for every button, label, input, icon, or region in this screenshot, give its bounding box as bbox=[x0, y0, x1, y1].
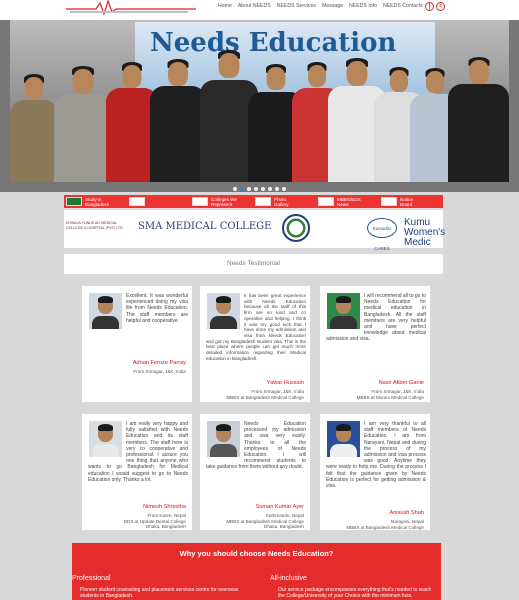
group-photo: Needs Education bbox=[10, 20, 509, 182]
all-inclusive-text: Our service package encompasses everythi… bbox=[278, 587, 432, 599]
student-location: From Srinagar, J&K, India bbox=[371, 389, 424, 394]
student-school: MBBS at Monno Medical College bbox=[356, 395, 424, 400]
testimonial-text: Excellent. It was wonderful experienced … bbox=[126, 293, 188, 324]
professional-heading: Professional bbox=[72, 575, 111, 582]
thumbnail-icon bbox=[129, 197, 145, 206]
testimonial-card: I am very thankful to all staff members … bbox=[320, 414, 430, 530]
quick-link[interactable]: Study in Bangladesh bbox=[64, 197, 127, 207]
student-name: Adnan Feroze Parray bbox=[132, 360, 186, 366]
person-figure bbox=[150, 57, 206, 182]
student-name: Nimesh Shrestha bbox=[143, 504, 186, 510]
professional-text: Pioneer student counseling and placement… bbox=[80, 587, 239, 599]
testimonial-heading: Needs Testimonial bbox=[64, 254, 443, 274]
needs-logo[interactable] bbox=[66, 0, 196, 16]
slider-dot[interactable] bbox=[282, 187, 286, 191]
partner-logo[interactable]: Kumudini CARES bbox=[367, 218, 397, 251]
person-figure bbox=[448, 47, 509, 182]
testimonial-card: Excellent. It was wonderful experienced … bbox=[82, 286, 192, 402]
student-school: MBBS at Bangladesh Medical College bbox=[226, 395, 304, 400]
student-school: MBBS at Bangladesh Medical College Dhaka… bbox=[226, 519, 304, 529]
student-name: Yawar Hussain bbox=[266, 380, 304, 386]
testimonial-card: It has been great experience with Needs … bbox=[200, 286, 310, 402]
student-name: Nasir Akber Ganie bbox=[378, 380, 424, 386]
student-name: Anisush Shah bbox=[389, 510, 424, 516]
why-choose-section: Why you should choose Needs Education? P… bbox=[72, 543, 441, 600]
thumbnail-icon bbox=[318, 197, 334, 206]
testimonial-text: It has been great experience with Needs … bbox=[206, 293, 306, 361]
bangladesh-flag-icon bbox=[66, 197, 82, 206]
person-figure bbox=[10, 64, 58, 182]
testimonial-text: I will recommend all to go to Needs Educ… bbox=[326, 293, 426, 343]
facebook-icon[interactable]: f bbox=[425, 2, 434, 11]
nav-contacts[interactable]: NEEDS Contacts bbox=[383, 3, 423, 11]
testimonial-card: I will recommend all to go to Needs Educ… bbox=[320, 286, 430, 402]
slider-dot[interactable] bbox=[261, 187, 265, 191]
partner-logo[interactable]: KHWAJA YUNUS ALI MEDICAL COLLEGE & HOSPI… bbox=[66, 221, 130, 231]
quick-links-strip: Study in Bangladesh Colleges We Represen… bbox=[64, 195, 443, 208]
partner-logo[interactable]: SMA MEDICAL COLLEGE bbox=[138, 221, 271, 232]
slider-dot[interactable] bbox=[247, 187, 251, 191]
testimonial-card: I am really very happy and fully satisfi… bbox=[82, 414, 192, 530]
student-location: From Srinagar, J&K, India bbox=[133, 369, 186, 374]
nav-info[interactable]: NEEDS Info bbox=[349, 3, 377, 11]
student-location: From Srinagar, J&K, India bbox=[251, 389, 304, 394]
student-name: Suman Kumar Ayer bbox=[255, 504, 304, 510]
slider-dot[interactable] bbox=[240, 187, 244, 191]
quick-link[interactable] bbox=[127, 197, 190, 206]
student-location: Kathmandu, Nepal bbox=[265, 513, 304, 518]
testimonial-text: I am very thankful to all staff members … bbox=[326, 421, 426, 490]
nav-services[interactable]: NEEDS Services bbox=[277, 3, 316, 11]
why-choose-heading: Why you should choose Needs Education? bbox=[179, 549, 334, 558]
student-school: BDS at Update Dental College Dhaka, Bang… bbox=[123, 519, 186, 529]
quick-link[interactable]: MBBS/BDS News bbox=[316, 197, 379, 207]
nav-about[interactable]: About NEEDS bbox=[238, 3, 271, 11]
top-bar: Home About NEEDS NEEDS Services Message … bbox=[0, 0, 519, 20]
slider-dot[interactable] bbox=[275, 187, 279, 191]
college-seal-icon[interactable] bbox=[282, 214, 310, 242]
nav-home[interactable]: Home bbox=[218, 3, 232, 11]
quick-link[interactable]: Photo Gallery bbox=[253, 197, 316, 207]
instagram-icon[interactable]: in bbox=[436, 2, 445, 11]
slider-dot[interactable] bbox=[254, 187, 258, 191]
testimonial-text: Needs Education processed my admission a… bbox=[206, 421, 306, 471]
testimonial-card: Needs Education processed my admission a… bbox=[200, 414, 310, 530]
nav-message[interactable]: Message bbox=[322, 3, 343, 11]
all-inclusive-heading: All-inclusive bbox=[270, 575, 307, 582]
student-location: From Kavre, Nepal bbox=[147, 513, 186, 518]
main-nav: Home About NEEDS NEEDS Services Message … bbox=[218, 3, 430, 11]
person-figure bbox=[54, 62, 112, 182]
thumbnail-icon bbox=[255, 197, 271, 206]
testimonial-text: I am really very happy and fully satisfi… bbox=[88, 421, 188, 483]
student-school: MBBS at Bangladesh Medical College bbox=[346, 525, 424, 530]
slider-dot[interactable] bbox=[233, 187, 237, 191]
quick-link[interactable]: Colleges We Represent bbox=[190, 197, 253, 207]
hero-slider[interactable]: Needs Education bbox=[0, 20, 519, 192]
slider-dot[interactable] bbox=[268, 187, 272, 191]
partner-logo[interactable]: Kumu Women's Medic bbox=[404, 218, 445, 248]
slider-dots bbox=[0, 187, 519, 191]
partner-logos: KHWAJA YUNUS ALI MEDICAL COLLEGE & HOSPI… bbox=[64, 210, 445, 251]
quick-link[interactable]: Notice Board bbox=[379, 197, 442, 207]
thumbnail-icon bbox=[192, 197, 208, 206]
thumbnail-icon bbox=[381, 197, 397, 206]
student-location: Narayani, Nepal bbox=[391, 519, 424, 524]
